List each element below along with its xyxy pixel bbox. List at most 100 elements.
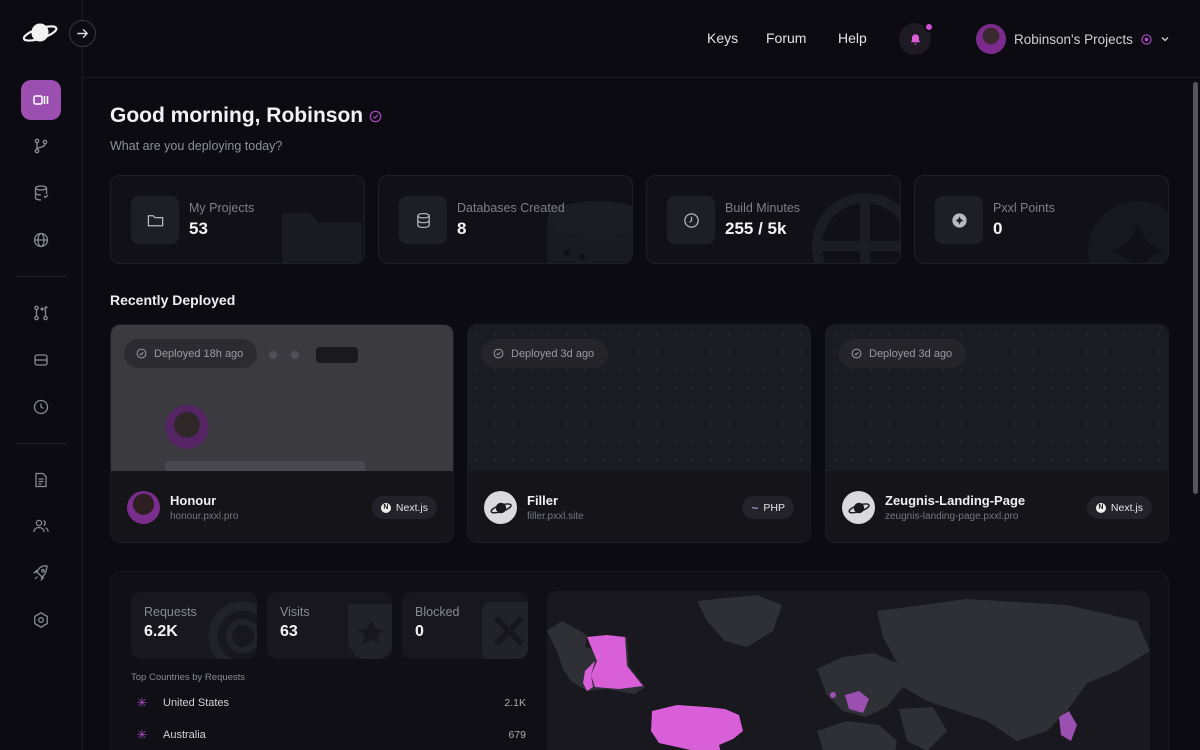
nav-team[interactable] xyxy=(21,506,61,546)
project-preview[interactable]: Deployed 3d ago xyxy=(468,325,810,471)
nav-deploy[interactable] xyxy=(21,553,61,593)
blocked-stat[interactable]: Blocked 0 xyxy=(402,592,528,659)
stat-label: Pxxl Points xyxy=(993,201,1055,215)
scrollbar[interactable] xyxy=(1193,82,1198,494)
analytics-panel: Requests 6.2K Visits 63 Blocked 0 Top Co… xyxy=(110,571,1169,750)
page-title: Good morning, Robinson xyxy=(110,104,382,128)
country-row[interactable]: ✳ United States 2.1K xyxy=(131,693,526,713)
project-card-filler[interactable]: Deployed 3d ago Filler filler.pxxl.site … xyxy=(467,324,811,543)
stat-value: 0 xyxy=(415,623,424,640)
project-name[interactable]: Filler xyxy=(527,493,558,508)
stat-value: 6.2K xyxy=(144,623,178,640)
rocket-icon xyxy=(32,565,48,582)
git-branch-icon xyxy=(34,138,48,154)
stat-card-points[interactable]: Pxxl Points 0 xyxy=(914,175,1169,264)
dashboard-icon xyxy=(33,95,49,105)
project-preview[interactable]: Deployed 3d ago xyxy=(826,325,1168,471)
nav-docs[interactable] xyxy=(21,460,61,500)
stat-label: Databases Created xyxy=(457,201,565,215)
stat-card-projects[interactable]: My Projects 53 xyxy=(110,175,365,264)
top-countries-title: Top Countries by Requests xyxy=(131,672,246,683)
planet-icon xyxy=(847,502,870,514)
forum-link[interactable]: Forum xyxy=(766,30,806,46)
avatar xyxy=(976,24,1006,54)
project-url[interactable]: honour.pxxl.pro xyxy=(170,511,238,522)
stat-card-build-minutes[interactable]: Build Minutes 255 / 5k xyxy=(646,175,901,264)
project-preview[interactable]: Deployed 18h ago xyxy=(111,325,453,475)
preview-decoration xyxy=(291,351,299,359)
framework-badge: ~ PHP xyxy=(742,496,794,519)
nav-databases[interactable] xyxy=(21,173,61,213)
stat-value: 8 xyxy=(457,219,467,238)
arrow-right-icon xyxy=(77,29,89,38)
country-name: Australia xyxy=(163,729,206,741)
section-title: Recently Deployed xyxy=(110,292,236,308)
project-info: Honour honour.pxxl.pro N Next.js xyxy=(111,471,453,542)
framework-name: Next.js xyxy=(395,501,428,514)
stat-label: My Projects xyxy=(189,201,255,215)
project-avatar xyxy=(127,491,160,524)
framework-name: Next.js xyxy=(1110,501,1143,514)
framework-badge: N Next.js xyxy=(1086,496,1152,519)
notifications-button[interactable] xyxy=(899,22,934,55)
page-subtitle: What are you deploying today? xyxy=(110,139,283,153)
project-url[interactable]: filler.pxxl.site xyxy=(527,511,584,522)
account-switcher[interactable]: Robinson's Projects xyxy=(976,24,1170,54)
sparkle-ghost-icon xyxy=(1088,201,1168,263)
deploy-time: Deployed 18h ago xyxy=(154,347,244,360)
preview-decoration xyxy=(316,347,358,363)
project-avatar xyxy=(842,491,875,524)
world-map[interactable] xyxy=(547,591,1150,750)
country-row[interactable]: ✳ Australia 679 xyxy=(131,725,526,745)
deploy-status-badge: Deployed 18h ago xyxy=(124,339,258,368)
project-card-zeugnis[interactable]: Deployed 3d ago Zeugnis-Landing-Page zeu… xyxy=(825,324,1169,543)
server-icon xyxy=(34,354,48,366)
visits-stat[interactable]: Visits 63 xyxy=(267,592,392,659)
country-name: United States xyxy=(163,697,230,709)
clock-icon xyxy=(667,196,715,244)
globe-icon xyxy=(33,232,49,248)
planet-logo-icon[interactable] xyxy=(22,18,60,48)
check-circle-icon xyxy=(851,348,862,359)
stat-value: 53 xyxy=(189,219,208,238)
block-ghost-icon xyxy=(482,602,528,659)
preview-decoration xyxy=(269,351,277,359)
check-circle-icon xyxy=(136,348,147,359)
top-bar: Keys Forum Help Robinson's Projects xyxy=(83,0,1200,78)
project-url[interactable]: zeugnis-landing-page.pxxl.pro xyxy=(885,511,1018,522)
country-value: 679 xyxy=(508,729,526,741)
globe-ghost-icon xyxy=(812,193,900,263)
document-icon xyxy=(35,472,47,488)
project-card-honour[interactable]: Deployed 18h ago Honour honour.pxxl.pro … xyxy=(110,324,454,543)
deploy-time: Deployed 3d ago xyxy=(869,347,953,360)
bell-icon xyxy=(910,33,920,44)
sparkle-icon xyxy=(935,196,983,244)
account-name: Robinson's Projects xyxy=(1014,31,1133,47)
nav-domains[interactable] xyxy=(21,220,61,260)
stat-card-databases[interactable]: Databases Created 8 xyxy=(378,175,633,264)
stat-value: 63 xyxy=(280,623,298,640)
nav-history[interactable] xyxy=(21,387,61,427)
nav-settings[interactable] xyxy=(21,600,61,640)
keys-link[interactable]: Keys xyxy=(707,30,738,46)
deploy-status-badge: Deployed 3d ago xyxy=(481,339,609,368)
nextjs-icon: N xyxy=(1095,502,1106,513)
sidebar-divider xyxy=(16,443,67,444)
project-name[interactable]: Honour xyxy=(170,493,216,508)
project-name[interactable]: Zeugnis-Landing-Page xyxy=(885,493,1025,508)
notification-dot xyxy=(924,22,934,32)
help-link[interactable]: Help xyxy=(838,30,867,46)
nav-dashboard[interactable] xyxy=(21,80,61,120)
database-icon xyxy=(399,196,447,244)
nav-git-branches[interactable] xyxy=(21,126,61,166)
project-avatar xyxy=(484,491,517,524)
project-info: Zeugnis-Landing-Page zeugnis-landing-pag… xyxy=(826,471,1168,542)
deploy-status-badge: Deployed 3d ago xyxy=(839,339,967,368)
expand-sidebar-button[interactable] xyxy=(69,20,96,47)
stat-label: Visits xyxy=(280,605,310,619)
check-circle-icon xyxy=(493,348,504,359)
sidebar xyxy=(0,0,96,750)
nav-storage[interactable] xyxy=(21,340,61,380)
nav-pull-requests[interactable] xyxy=(21,293,61,333)
requests-stat[interactable]: Requests 6.2K xyxy=(131,592,257,659)
